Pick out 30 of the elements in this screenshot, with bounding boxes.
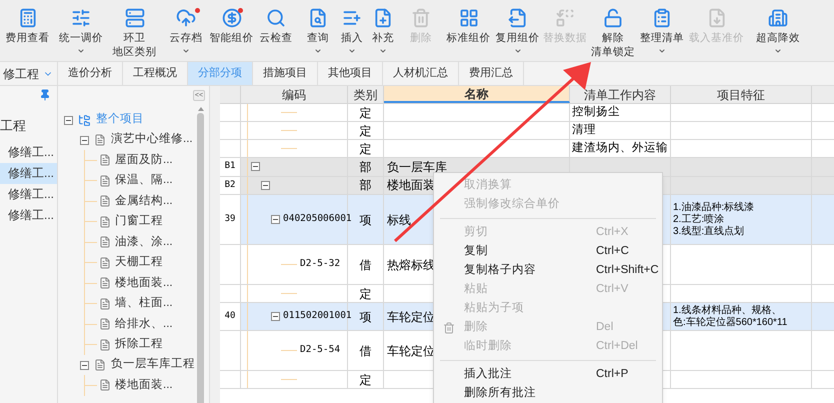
work-content-cell-text: 建渣场内、外运输 — [572, 140, 668, 156]
type-cell-text: 借 — [360, 342, 372, 360]
type-cell-text: 定 — [360, 104, 372, 122]
type-cell-text: 定 — [360, 122, 372, 140]
work-content-cell-text: 控制扬尘 — [572, 104, 620, 120]
type-cell-text: 部 — [360, 158, 372, 176]
work-content-cell-text: 清理 — [572, 122, 596, 138]
name-cell-text: 负一层车库 — [387, 158, 447, 176]
row-number: B2 — [224, 178, 236, 192]
type-cell-text: 定 — [360, 372, 372, 388]
type-cell-text: 定 — [360, 140, 372, 158]
feature-line: 1.线条材料品种、规格、 — [673, 304, 782, 316]
row-number: B1 — [224, 160, 236, 173]
type-cell-text: 定 — [360, 286, 372, 302]
row-number: 40 — [224, 310, 236, 323]
type-cell-text: 项 — [360, 308, 372, 326]
feature-line: 色:车轮定位器560*160*11 — [673, 316, 788, 328]
feature-line: 1.油漆品种:标线漆 — [673, 202, 756, 214]
name-cell-text: 标线 — [387, 212, 411, 228]
feature-line: 2.工艺:喷涂 — [673, 214, 726, 226]
panel-heading: 工程 — [0, 117, 27, 135]
type-cell-text: 借 — [360, 256, 372, 274]
code-cell-text: D2-5-32 — [300, 257, 340, 272]
feature-line: 3.线型:直线点划 — [673, 226, 746, 238]
code-cell-text: D2-5-54 — [300, 343, 340, 358]
code-cell-text: 011502001001 — [283, 309, 352, 324]
row-number: 39 — [224, 212, 236, 226]
code-cell-text: 040205006001 — [283, 212, 352, 226]
type-cell-text: 项 — [360, 212, 372, 228]
type-cell-text: 部 — [360, 177, 372, 194]
